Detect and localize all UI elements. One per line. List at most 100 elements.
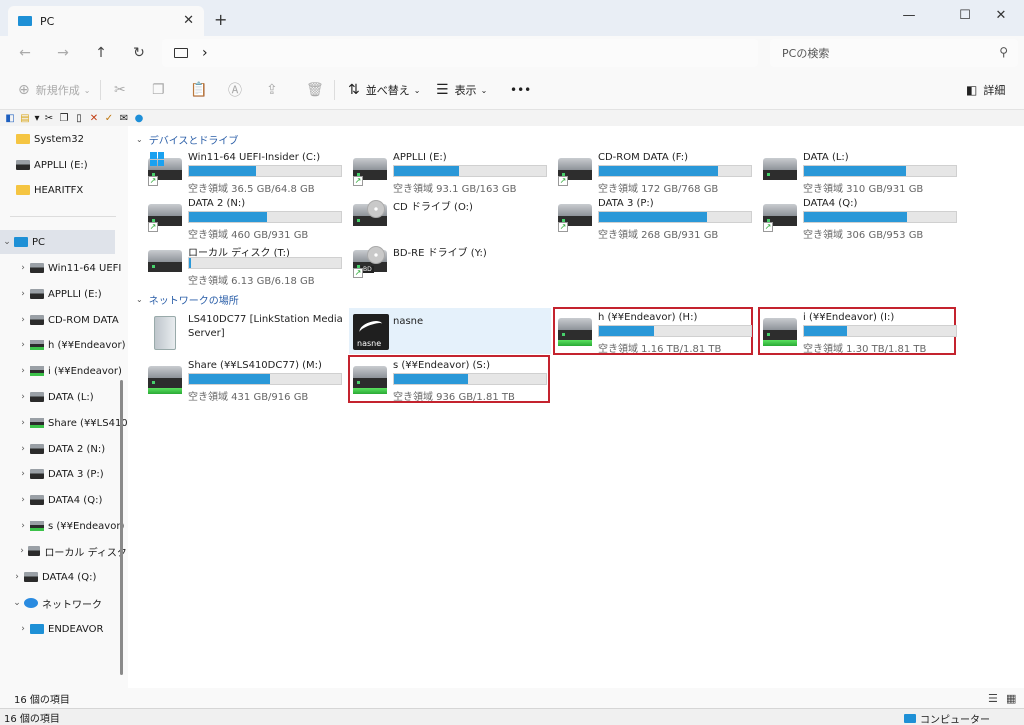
refresh-button[interactable]: ↻ <box>126 41 152 65</box>
drive-t[interactable]: ローカル ディスク (T:) 空き領域 6.13 GB/6.18 GB <box>146 242 346 287</box>
view-button[interactable]: ☰ 表示 ⌄ <box>436 70 487 110</box>
nav-item-data-l[interactable]: › DATA (L:) <box>16 386 128 408</box>
chevron-right-icon[interactable]: › <box>10 572 24 582</box>
chevron-right-icon[interactable]: › <box>16 340 30 350</box>
delete-x-icon[interactable]: ✕ <box>88 113 100 124</box>
nav-label: ネットワーク <box>42 599 102 611</box>
nav-item-pc[interactable]: ⌄ PC <box>0 230 115 254</box>
dropdown-icon[interactable]: ▾ <box>34 113 40 124</box>
forward-button[interactable]: → <box>50 41 76 65</box>
drive-p[interactable]: ↗ DATA 3 (P:) 空き領域 268 GB/931 GB <box>556 196 756 241</box>
nav-item-hearitfx[interactable]: HEARITFX <box>16 179 128 201</box>
usage-fill <box>599 166 718 176</box>
address-input[interactable]: › <box>162 39 758 67</box>
drive-icon <box>16 160 30 170</box>
copy-icon[interactable]: ❐ <box>152 70 165 110</box>
drive-space: 空き領域 1.30 TB/1.81 TB <box>803 344 927 355</box>
delete-icon[interactable]: 🗑 <box>306 70 324 110</box>
network-drive-m[interactable]: Share (¥¥LS410DC77) (M:) 空き領域 431 GB/916… <box>146 358 346 403</box>
sort-button[interactable]: ⇅ 並べ替え ⌄ <box>348 70 420 110</box>
paste-icon[interactable]: 📋 <box>190 70 207 110</box>
network-drive-h[interactable]: h (¥¥Endeavor) (H:) 空き領域 1.16 TB/1.81 TB <box>553 307 753 355</box>
zone-computer: コンピューター <box>904 711 990 725</box>
mail-icon[interactable]: ✉ <box>118 113 130 124</box>
globe-icon[interactable]: ● <box>133 113 145 124</box>
copy-small-icon[interactable]: ❐ <box>58 113 70 124</box>
minimize-button[interactable]: — <box>886 4 932 28</box>
folder-options-icon[interactable]: ▤ <box>19 113 31 124</box>
share-icon[interactable]: ⇪ <box>266 70 278 110</box>
drive-e[interactable]: ↗ APPLLI (E:) 空き領域 93.1 GB/163 GB <box>351 150 551 195</box>
network-drive-i[interactable]: i (¥¥Endeavor) (I:) 空き領域 1.30 TB/1.81 TB <box>758 307 957 355</box>
details-button[interactable]: ◧ 詳細 <box>966 70 1005 110</box>
chevron-right-icon[interactable]: › <box>16 546 28 556</box>
chevron-right-icon[interactable]: › <box>16 469 30 479</box>
new-button[interactable]: ⊕ 新規作成 ⌄ <box>18 70 90 110</box>
drive-c[interactable]: ↗ Win11-64 UEFI-Insider (C:) 空き領域 36.5 G… <box>146 150 346 195</box>
chevron-right-icon[interactable]: › <box>16 315 30 325</box>
check-icon[interactable]: ✓ <box>103 113 115 124</box>
chevron-right-icon[interactable]: › <box>16 263 30 273</box>
nav-item-share[interactable]: › Share (¥¥LS410 <box>16 412 128 434</box>
chevron-right-icon[interactable]: › <box>16 366 30 376</box>
group-header-devices[interactable]: ⌄ デバイスとドライブ <box>136 132 238 147</box>
nav-item-applli[interactable]: APPLLI (E:) <box>16 154 128 176</box>
nav-item-data3[interactable]: › DATA 3 (P:) <box>16 463 128 485</box>
paste-small-icon[interactable]: ▯ <box>73 113 85 124</box>
drive-q[interactable]: ↗ DATA4 (Q:) 空き領域 306 GB/953 GB <box>761 196 961 241</box>
nav-item-i[interactable]: › i (¥¥Endeavor) <box>16 360 128 382</box>
nav-item-data4[interactable]: › DATA4 (Q:) <box>16 489 128 511</box>
nav-item-win11[interactable]: › Win11-64 UEFI <box>16 257 128 279</box>
breadcrumb-chevron-icon[interactable]: › <box>202 45 208 61</box>
rename-icon[interactable]: Ⓐ <box>228 70 242 110</box>
chevron-right-icon[interactable]: › <box>16 418 30 428</box>
drive-n[interactable]: ↗ DATA 2 (N:) 空き領域 460 GB/931 GB <box>146 196 346 241</box>
cut-icon[interactable]: ✂ <box>114 70 126 110</box>
drive-l[interactable]: DATA (L:) 空き領域 310 GB/931 GB <box>761 150 961 195</box>
drive-y[interactable]: BD ↗ BD-RE ドライブ (Y:) <box>351 242 551 284</box>
monitor-icon <box>174 48 188 58</box>
up-button[interactable]: ↑ <box>88 41 114 65</box>
new-tab-button[interactable]: + <box>214 10 227 29</box>
network-location-nasne[interactable]: nasne nasne <box>349 308 551 354</box>
chevron-right-icon[interactable]: › <box>16 392 30 402</box>
tab-pc[interactable]: PC ✕ <box>8 6 204 36</box>
drive-f[interactable]: ↗ CD-ROM DATA (F:) 空き領域 172 GB/768 GB <box>556 150 756 195</box>
close-tab-icon[interactable]: ✕ <box>183 13 194 28</box>
chevron-down-icon[interactable]: ⌄ <box>0 237 14 247</box>
tiles-view-icon[interactable]: ▦ <box>1006 692 1016 705</box>
chevron-down-icon[interactable]: ⌄ <box>10 598 24 608</box>
nav-scrollbar[interactable] <box>120 380 123 675</box>
chevron-right-icon[interactable]: › <box>16 444 30 454</box>
back-button[interactable]: ← <box>12 41 38 65</box>
chevron-right-icon[interactable]: › <box>16 495 30 505</box>
nav-item-endeavor[interactable]: › ENDEAVOR <box>16 618 128 640</box>
nav-item-network[interactable]: ⌄ ネットワーク <box>10 592 128 614</box>
drive-icon <box>28 546 41 556</box>
search-input[interactable]: PCの検索 ⚲ <box>770 39 1018 67</box>
nav-item-local-disk[interactable]: › ローカル ディスク ( <box>16 540 128 562</box>
details-view-icon[interactable]: ☰ <box>988 692 998 705</box>
drive-o[interactable]: CD ドライブ (O:) <box>351 196 551 238</box>
chevron-right-icon[interactable]: › <box>16 624 30 634</box>
network-location-ls410[interactable]: LS410DC77 [LinkStation Media Server] <box>146 312 346 354</box>
chevron-right-icon[interactable]: › <box>16 289 30 299</box>
location-name: LS410DC77 [LinkStation Media <box>188 314 343 325</box>
nav-item-applli-e[interactable]: › APPLLI (E:) <box>16 283 128 305</box>
cut-small-icon[interactable]: ✂ <box>43 113 55 124</box>
close-window-button[interactable]: ✕ <box>978 4 1024 28</box>
nav-item-data4-root[interactable]: › DATA4 (Q:) <box>10 566 128 588</box>
nav-item-data2[interactable]: › DATA 2 (N:) <box>16 438 128 460</box>
more-options-button[interactable]: ••• <box>510 70 531 110</box>
nav-item-system32[interactable]: System32 <box>16 128 128 150</box>
pane-icon[interactable]: ◧ <box>4 113 16 124</box>
nav-label: h (¥¥Endeavor) <box>48 339 126 351</box>
chevron-right-icon[interactable]: › <box>16 521 30 531</box>
nav-item-cdrom[interactable]: › CD-ROM DATA <box>16 309 128 331</box>
drive-icon <box>763 158 797 186</box>
drive-name: s (¥¥Endeavor) (S:) <box>393 360 491 371</box>
nav-item-h[interactable]: › h (¥¥Endeavor) <box>16 334 128 356</box>
nav-item-s[interactable]: › s (¥¥Endeavor) <box>16 515 128 537</box>
group-header-network[interactable]: ⌄ ネットワークの場所 <box>136 292 239 307</box>
network-drive-s[interactable]: s (¥¥Endeavor) (S:) 空き領域 936 GB/1.81 TB <box>348 355 550 403</box>
